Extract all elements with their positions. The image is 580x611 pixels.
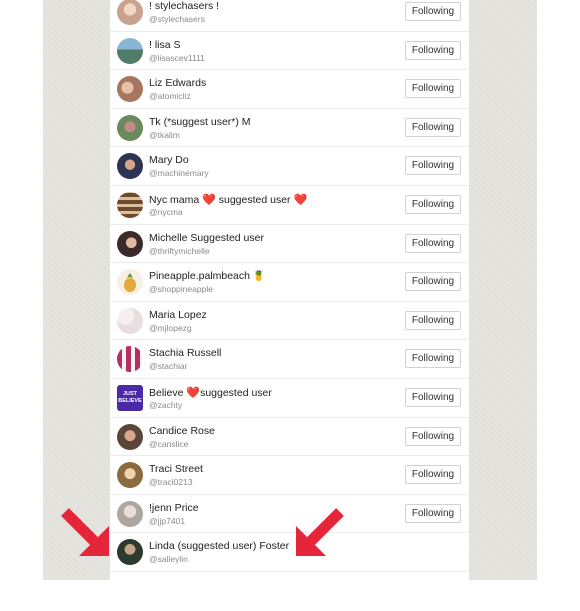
user-name[interactable]: Traci Street [149, 463, 203, 475]
avatar[interactable] [117, 307, 143, 334]
user-handle: @shoppineapple [149, 284, 213, 295]
list-item: Nyc mama ❤️ suggested user ❤️ @nycma Fol… [110, 186, 469, 225]
following-button[interactable]: Following [405, 194, 461, 214]
user-name-suffix: suggested user [200, 386, 272, 399]
avatar[interactable] [117, 346, 143, 373]
user-handle: @lisascev1111 [149, 52, 205, 63]
user-handle: @zachty [149, 399, 183, 410]
user-name[interactable]: ! lisa S [149, 39, 181, 51]
list-item: Stachia Russell @stachiar Following [110, 340, 469, 379]
avatar[interactable] [117, 423, 143, 450]
user-handle: @atomicliz [149, 91, 191, 102]
avatar[interactable] [117, 191, 143, 218]
list-item: Michelle Suggested user @thriftymichelle… [110, 225, 469, 264]
user-handle: @traci0213 [149, 477, 193, 488]
user-name[interactable]: Believe ❤️suggested user [149, 386, 272, 399]
user-name[interactable]: Liz Edwards [149, 77, 206, 89]
user-name[interactable]: Linda (suggested user) Foster [149, 540, 289, 552]
list-item: Pineapple.palmbeach 🍍 @shoppineapple Fol… [110, 263, 469, 302]
user-name[interactable]: !jenn Price [149, 502, 199, 514]
user-handle: @mjlopezg [149, 322, 192, 333]
pineapple-icon: 🍍 [252, 271, 266, 283]
user-name[interactable]: Pineapple.palmbeach 🍍 [149, 270, 265, 282]
list-item: ! lisa S @lisascev1111 Following [110, 32, 469, 71]
list-item: Mary Do @machinemary Following [110, 147, 469, 186]
avatar[interactable] [117, 500, 143, 527]
list-item: Tk (*suggest user*) M @tkalim Following [110, 109, 469, 148]
user-name[interactable]: Maria Lopez [149, 309, 207, 321]
following-button[interactable]: Following [405, 233, 461, 253]
user-name[interactable]: ! stylechasers ! [149, 0, 219, 12]
list-item: Candice Rose @canslice Following [110, 418, 469, 457]
list-item [110, 572, 469, 611]
user-name-text: Pineapple.palmbeach [149, 270, 250, 283]
avatar[interactable]: JUST BELIEVE [117, 384, 143, 411]
following-button[interactable]: Following [405, 79, 461, 99]
avatar[interactable] [117, 37, 143, 64]
list-item: Traci Street @traci0213 Following [110, 456, 469, 495]
pineapple-icon [124, 273, 136, 293]
avatar[interactable] [117, 76, 143, 103]
following-button[interactable]: Following [405, 117, 461, 137]
user-handle: @canslice [149, 438, 189, 449]
user-name-suffix: suggested user [218, 193, 291, 206]
user-handle: @machinemary [149, 168, 209, 179]
avatar[interactable] [117, 462, 143, 489]
heart-icon: ❤️ [293, 193, 308, 206]
avatar-text: JUST BELIEVE [118, 390, 142, 404]
arrow-down-left-icon [296, 508, 344, 556]
list-item: Maria Lopez @mjlopezg Following [110, 302, 469, 341]
user-name[interactable]: Tk (*suggest user*) M [149, 116, 251, 128]
user-handle: @nycma [149, 206, 183, 217]
user-handle: @salleylin [149, 554, 188, 565]
following-button[interactable]: Following [405, 310, 461, 330]
list-item: JUST BELIEVE Believe ❤️suggested user @z… [110, 379, 469, 418]
following-button[interactable]: Following [405, 465, 461, 485]
avatar[interactable] [117, 0, 143, 25]
following-button[interactable]: Following [405, 156, 461, 176]
following-button[interactable]: Following [405, 426, 461, 446]
following-button[interactable]: Following [405, 2, 461, 21]
arrow-down-right-icon [61, 508, 109, 556]
user-name-text: Nyc mama [149, 193, 200, 206]
user-name[interactable]: Stachia Russell [149, 347, 221, 359]
list-item: ! stylechasers ! @stylechasers Following [110, 0, 469, 32]
avatar[interactable] [117, 114, 143, 141]
user-handle: @jjp7401 [149, 515, 186, 526]
avatar[interactable] [117, 269, 143, 296]
following-button[interactable]: Following [405, 40, 461, 60]
avatar[interactable] [117, 153, 143, 180]
user-handle: @stachiar [149, 361, 188, 372]
following-button[interactable]: Following [405, 503, 461, 523]
heart-icon: ❤️ [186, 386, 201, 399]
user-name[interactable]: Michelle Suggested user [149, 232, 264, 244]
user-handle: @tkalim [149, 129, 180, 140]
user-name[interactable]: Mary Do [149, 154, 189, 166]
following-button[interactable]: Following [405, 387, 461, 407]
avatar[interactable] [117, 539, 143, 566]
user-name[interactable]: Candice Rose [149, 425, 215, 437]
user-handle: @stylechasers [149, 14, 205, 24]
heart-icon: ❤️ [202, 193, 216, 206]
avatar[interactable] [117, 230, 143, 257]
following-button[interactable]: Following [405, 349, 461, 369]
user-name[interactable]: Nyc mama ❤️ suggested user ❤️ [149, 193, 307, 206]
user-handle: @thriftymichelle [149, 245, 210, 256]
list-item: Liz Edwards @atomicliz Following [110, 70, 469, 109]
user-name-text: Believe [149, 386, 184, 399]
following-button[interactable]: Following [405, 272, 461, 292]
